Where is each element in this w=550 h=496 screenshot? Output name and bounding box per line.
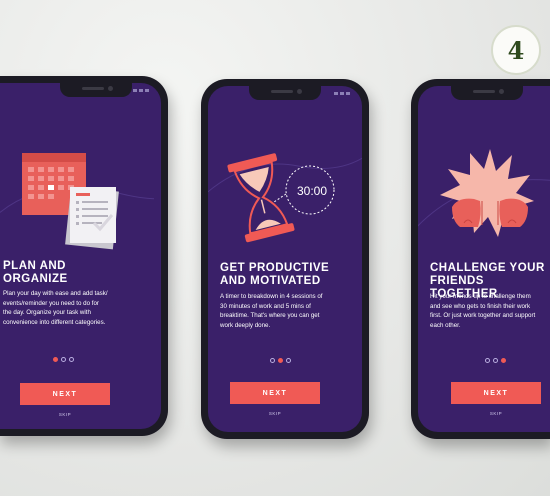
skip-link[interactable]: SKIP bbox=[230, 411, 320, 416]
phone-plan: PLAN AND ORGANIZE Plan your day with eas… bbox=[0, 76, 168, 436]
notch bbox=[249, 86, 321, 100]
notch bbox=[59, 83, 132, 97]
screen-description: Plan your day with ease and add task/ ev… bbox=[3, 290, 108, 326]
next-button[interactable]: NEXT bbox=[230, 382, 320, 404]
screen-description: A timer to breakdown in 4 sessions of 30… bbox=[220, 293, 323, 329]
screen-description: Hit your friends up to challenge them an… bbox=[430, 293, 536, 329]
onboarding-screen-plan: PLAN AND ORGANIZE Plan your day with eas… bbox=[0, 83, 161, 429]
page-indicator bbox=[485, 358, 506, 363]
next-button[interactable]: NEXT bbox=[451, 382, 541, 404]
page-dot[interactable] bbox=[278, 358, 283, 363]
status-bar bbox=[334, 92, 350, 95]
screen-heading: PLAN AND ORGANIZE bbox=[3, 260, 68, 285]
onboarding-screen-productive: 30:00 GET PRODUCTIVE AND MOTIVATED A tim… bbox=[208, 86, 362, 432]
page-dot[interactable] bbox=[485, 358, 490, 363]
skip-link[interactable]: SKIP bbox=[20, 412, 110, 417]
hourglass-icon bbox=[208, 153, 362, 243]
page-dot[interactable] bbox=[501, 358, 506, 363]
fist-bump-icon bbox=[418, 149, 550, 237]
calendar-todo-icon bbox=[0, 153, 154, 250]
status-bar bbox=[133, 89, 149, 92]
next-button[interactable]: NEXT bbox=[20, 383, 110, 405]
page-dot[interactable] bbox=[493, 358, 498, 363]
screen-heading: GET PRODUCTIVE AND MOTIVATED bbox=[220, 262, 330, 287]
skip-link[interactable]: SKIP bbox=[451, 411, 541, 416]
phone-productive: 30:00 GET PRODUCTIVE AND MOTIVATED A tim… bbox=[201, 79, 369, 439]
step-badge: 4 bbox=[491, 25, 541, 75]
step-number: 4 bbox=[507, 35, 525, 65]
onboarding-screen-challenge: CHALLENGE YOUR FRIENDS TOGETHER Hit your… bbox=[418, 86, 550, 432]
page-indicator bbox=[270, 358, 291, 363]
page-indicator bbox=[53, 357, 74, 362]
page-dot[interactable] bbox=[69, 357, 74, 362]
timer-display: 30:00 bbox=[296, 184, 328, 198]
page-dot[interactable] bbox=[270, 358, 275, 363]
phone-challenge: CHALLENGE YOUR FRIENDS TOGETHER Hit your… bbox=[411, 79, 550, 439]
notch bbox=[450, 86, 523, 100]
page-dot[interactable] bbox=[53, 357, 58, 362]
page-dot[interactable] bbox=[286, 358, 291, 363]
page-dot[interactable] bbox=[61, 357, 66, 362]
